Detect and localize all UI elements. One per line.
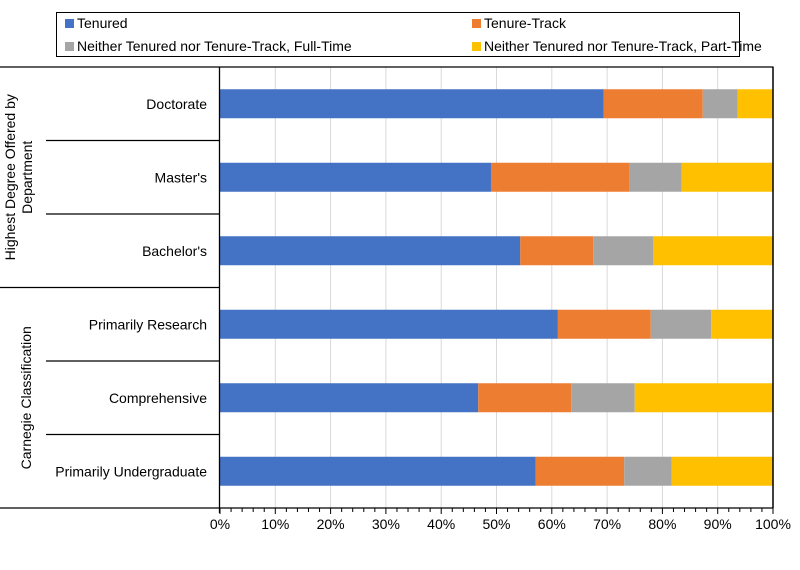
bar-master-s-tenure-track [490, 162, 630, 192]
legend-swatch-tenured [65, 19, 74, 28]
x-tick-label: 60% [538, 516, 566, 532]
bar-doctorate-tenured [220, 89, 604, 119]
legend-label: Neither Tenured nor Tenure-Track, Full-T… [77, 38, 352, 54]
bar-primarily-undergraduate-tenure-track [535, 456, 625, 486]
labels: Doctorate Master's Bachelor's Primarily Res… [2, 94, 207, 479]
group-label-line: Department [19, 141, 35, 214]
x-tick-label: 90% [704, 516, 732, 532]
x-tick-label: 20% [317, 516, 345, 532]
gridlines [274, 67, 719, 508]
x-tick-label: 100% [755, 516, 791, 532]
category-label: Comprehensive [109, 390, 207, 406]
bar-comprehensive-tenure-track [478, 383, 572, 413]
bar-doctorate-tenure-track [603, 89, 703, 119]
x-tick-label: 0% [210, 516, 230, 532]
legend: Tenured Tenure-Track Neither Tenured nor… [56, 12, 762, 57]
bar-primarily-undergraduate-neither-tenured-nor-tenure-track-full-time [624, 456, 672, 486]
legend-label: Tenure-Track [484, 15, 566, 31]
category-label: Primarily Undergraduate [55, 463, 207, 479]
bar-comprehensive-neither-tenured-nor-tenure-track-full-time [571, 383, 635, 413]
bar-master-s-neither-tenured-nor-tenure-track-part-time [681, 162, 773, 192]
group-label-line: Carnegie Classification [18, 326, 34, 469]
legend-swatch-tenure-track [472, 19, 481, 28]
x-tick-label: 80% [648, 516, 676, 532]
bar-master-s-tenured [220, 162, 491, 192]
category-label: Master's [155, 169, 207, 185]
legend-swatch-part-time [472, 42, 481, 51]
group-label: Highest Degree Offered byDepartment [2, 94, 35, 260]
legend-item-tenured: Tenured [65, 15, 128, 31]
bar-primarily-research-neither-tenured-nor-tenure-track-full-time [650, 309, 712, 339]
x-tick-label: 40% [427, 516, 455, 532]
bar-comprehensive-neither-tenured-nor-tenure-track-part-time [634, 383, 773, 413]
bar-primarily-research-neither-tenured-nor-tenure-track-part-time [711, 309, 773, 339]
x-tick-label: 10% [261, 516, 289, 532]
group-label-line: Highest Degree Offered by [2, 94, 18, 260]
bar-comprehensive-tenured [220, 383, 479, 413]
bar-doctorate-neither-tenured-nor-tenure-track-part-time [737, 89, 773, 119]
bar-master-s-neither-tenured-nor-tenure-track-full-time [629, 162, 682, 192]
legend-item-full-time: Neither Tenured nor Tenure-Track, Full-T… [65, 38, 352, 54]
bar-primarily-undergraduate-neither-tenured-nor-tenure-track-part-time [671, 456, 773, 486]
x-tick-label: 50% [482, 516, 510, 532]
bar-bachelor-s-tenured [220, 236, 521, 266]
category-label: Bachelor's [142, 243, 207, 259]
stacked-bar-chart: 0% 10% 20% 30% 40% 50% 60% 70% 80% 90% 100% Doctor… [0, 66, 791, 532]
bar-bachelor-s-tenure-track [520, 236, 594, 266]
bar-bachelor-s-neither-tenured-nor-tenure-track-part-time [652, 236, 773, 266]
group-label: Carnegie Classification [18, 326, 34, 469]
category-label: Primarily Research [89, 316, 207, 332]
category-label: Doctorate [146, 96, 207, 112]
bar-primarily-research-tenured [220, 309, 558, 339]
bar-bachelor-s-neither-tenured-nor-tenure-track-full-time [593, 236, 653, 266]
x-tick-label: 30% [372, 516, 400, 532]
bar-doctorate-neither-tenured-nor-tenure-track-full-time [702, 89, 738, 119]
bar-primarily-research-tenure-track [557, 309, 651, 339]
legend-label: Tenured [77, 15, 128, 31]
legend-item-part-time: Neither Tenured nor Tenure-Track, Part-T… [472, 38, 762, 54]
x-tick-label: 70% [593, 516, 621, 532]
legend-item-tenure-track: Tenure-Track [472, 15, 566, 31]
legend-label: Neither Tenured nor Tenure-Track, Part-T… [484, 38, 762, 54]
legend-swatch-full-time [65, 42, 74, 51]
bar-primarily-undergraduate-tenured [220, 456, 536, 486]
